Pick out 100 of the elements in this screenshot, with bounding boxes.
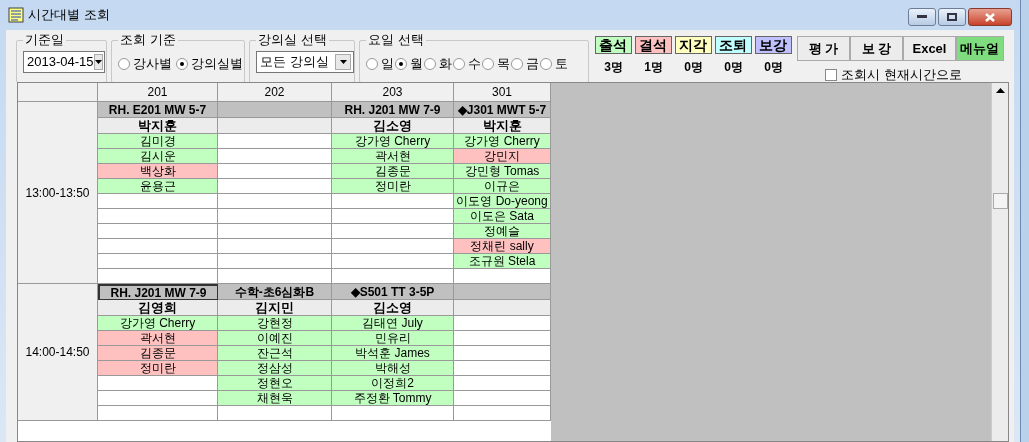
student-cell: 김종문 [98, 346, 218, 361]
student-cell: 주정환 Tommy [332, 391, 454, 406]
radio-label: 월 [409, 55, 423, 73]
group-label: 강의실 선택 [256, 32, 329, 48]
toolbar-button[interactable]: Excel [903, 36, 956, 61]
radio-button[interactable] [510, 57, 523, 70]
student-cell: 강민형 Tomas [454, 164, 551, 179]
toolbar-button[interactable]: 메뉴얼 [956, 36, 1004, 61]
scrollbar[interactable] [991, 83, 1008, 441]
column-header: 301 [454, 83, 551, 102]
student-cell: 강현정 [218, 316, 332, 331]
class-header[interactable] [218, 102, 332, 118]
student-cell: 정미란 [332, 179, 454, 194]
student-cell: 백상화 [98, 164, 218, 179]
dropdown-value: 2013-04-15 [27, 53, 94, 72]
radio-button[interactable] [452, 57, 465, 70]
radio-label: 금 [525, 55, 539, 73]
legend-swatch: 결석 [635, 36, 672, 54]
caret-icon [94, 60, 102, 64]
radio-button[interactable] [394, 57, 407, 70]
toolbar-button[interactable]: 평 가 [797, 36, 850, 61]
student-cell: 이규은 [454, 179, 551, 194]
column-header: 201 [98, 83, 218, 102]
legend-swatch: 출석 [595, 36, 632, 54]
maximize-button[interactable] [938, 8, 966, 26]
student-cell: 강가영 Cherry [98, 316, 218, 331]
radio-button[interactable] [365, 57, 378, 70]
legend-count: 0명 [684, 59, 703, 76]
student-cell: 채현욱 [218, 391, 332, 406]
student-cell: 강가영 Cherry [332, 134, 454, 149]
legend-count: 3명 [604, 59, 623, 76]
minimize-icon [917, 15, 927, 19]
student-cell: 곽서현 [98, 331, 218, 346]
legend-swatch: 보강 [755, 36, 792, 54]
student-cell: 정미란 [98, 361, 218, 376]
radio-button[interactable] [118, 57, 131, 70]
window-title: 시간대별 조회 [28, 6, 110, 25]
group-label: 조회 기준 [118, 32, 178, 48]
minimize-button[interactable] [908, 8, 936, 26]
student-cell: 강민지 [454, 149, 551, 164]
student-cell: 박해성 [332, 361, 454, 376]
student-cell: 이도영 Do-yeong [454, 194, 551, 209]
student-cell: 강가영 Cherry [454, 134, 551, 149]
teacher-name: 김지민 [218, 300, 332, 316]
student-cell: 김종문 [332, 164, 454, 179]
group-label: 요일 선택 [365, 32, 426, 48]
student-cell: 조규원 Stela [454, 254, 551, 269]
class-header[interactable]: RH. J201 MW 7-9 [332, 102, 454, 118]
student-cell: 이정희2 [332, 376, 454, 391]
dropdown-value: 모든 강의실 [260, 53, 329, 72]
column-header: 202 [218, 83, 332, 102]
group-label: 기준일 [23, 32, 66, 48]
dropdown[interactable]: 2013-04-15 [23, 51, 105, 73]
class-header[interactable]: RH. J201 MW 7-9 [98, 284, 218, 300]
student-cell: 민유리 [332, 331, 454, 346]
caret-icon [339, 60, 347, 64]
student-cell: 이도은 Sata [454, 209, 551, 224]
radio-button[interactable] [423, 57, 436, 70]
class-header[interactable]: RH. E201 MW 5-7 [98, 102, 218, 118]
student-cell: 박석훈 James [332, 346, 454, 361]
student-cell: 정예슬 [454, 224, 551, 239]
radio-button[interactable] [481, 57, 494, 70]
student-cell: 윤용근 [98, 179, 218, 194]
teacher-name: 박지훈 [98, 118, 218, 134]
legend-swatch: 조퇴 [715, 36, 752, 54]
student-cell: 정채린 sally [454, 239, 551, 254]
radio-label: 강의실별 [191, 55, 244, 73]
student-cell: 정삼성 [218, 361, 332, 376]
class-header[interactable]: 수학-초6심화B [218, 284, 332, 300]
class-header[interactable]: ◆S501 TT 3-5P [332, 284, 454, 300]
student-cell: 곽서현 [332, 149, 454, 164]
scroll-up-icon [995, 88, 1005, 93]
student-cell: 이예진 [218, 331, 332, 346]
dropdown-arrow-button[interactable] [335, 54, 352, 70]
scrollbar-thumb[interactable] [992, 193, 1008, 209]
legend-count: 1명 [644, 59, 663, 76]
time-slot: 14:00-14:50 [18, 284, 98, 421]
maximize-icon [947, 13, 957, 21]
toolbar-button[interactable]: 보 강 [850, 36, 903, 61]
radio-button[interactable] [176, 57, 189, 70]
dropdown[interactable]: 모든 강의실 [256, 51, 355, 73]
checkbox[interactable] [825, 68, 837, 81]
notepad-icon [8, 7, 24, 23]
teacher-name: 김소영 [332, 118, 454, 134]
teacher-name: 김영희 [98, 300, 218, 316]
legend-swatch: 지각 [675, 36, 712, 54]
student-cell: 김시운 [98, 149, 218, 164]
radio-label: 일 [380, 55, 394, 73]
checkbox-label: 조회시 현재시간으로 [841, 66, 962, 84]
class-header[interactable] [454, 284, 551, 300]
radio-label: 화 [438, 55, 452, 73]
radio-label: 강사별 [133, 55, 173, 73]
column-header: 203 [332, 83, 454, 102]
dropdown-arrow-button[interactable] [93, 54, 103, 70]
radio-label: 수 [467, 55, 481, 73]
student-cell: 정현오 [218, 376, 332, 391]
close-button[interactable] [968, 8, 1012, 26]
class-header[interactable]: ◆J301 MWT 5-7 [454, 102, 551, 118]
radio-button[interactable] [539, 57, 552, 70]
student-cell: 잔근석 [218, 346, 332, 361]
